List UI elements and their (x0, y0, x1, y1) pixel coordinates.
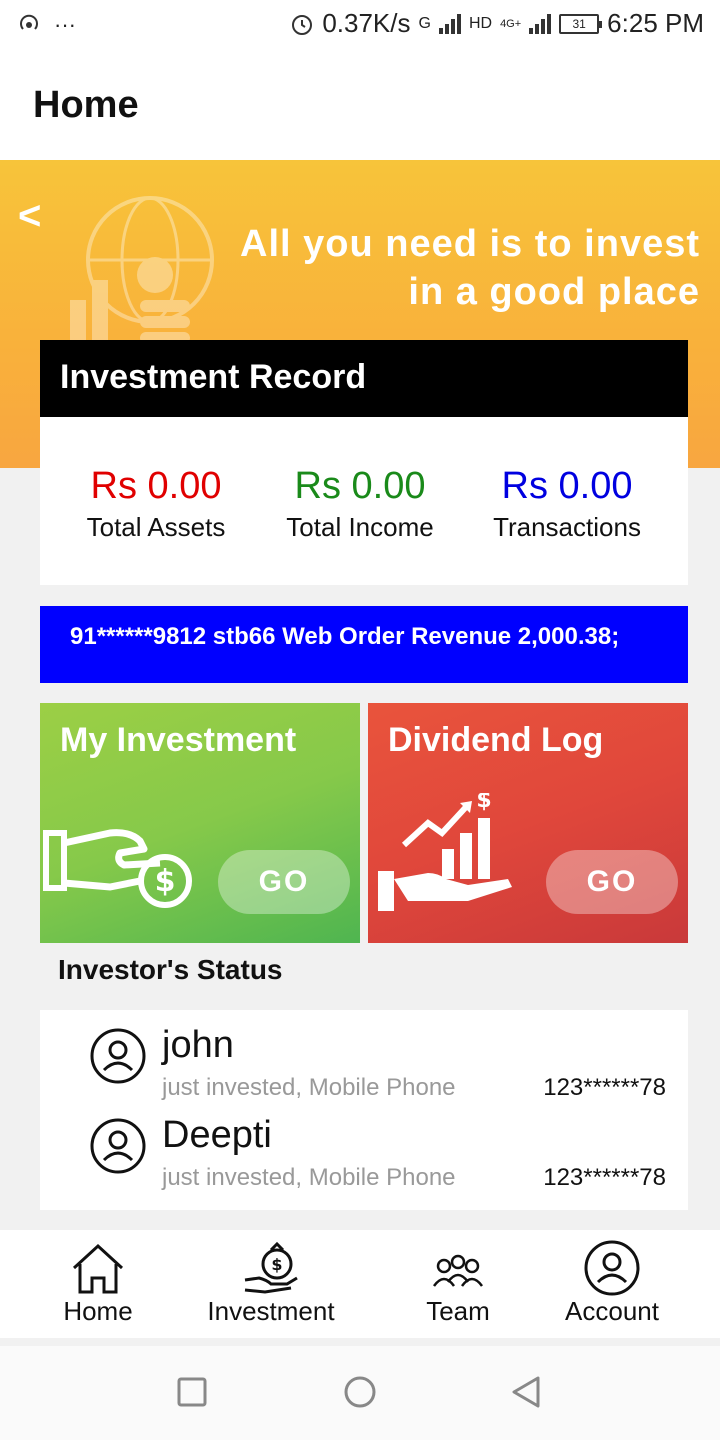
user-avatar-icon (90, 1028, 146, 1084)
stat-label: Total Income (286, 512, 434, 542)
dividend-log-title: Dividend Log (388, 721, 604, 759)
investor-phone: 123******78 (543, 1074, 666, 1101)
my-investment-go-button[interactable]: GO (218, 850, 350, 914)
list-item: john just invested, Mobile Phone 123****… (40, 1014, 688, 1104)
system-nav-bar (0, 1346, 720, 1440)
team-icon (432, 1254, 484, 1287)
nav-item-account[interactable]: Account (556, 1240, 668, 1327)
status-bar: ··· 0.37K/s G HD 4G+ 31 6:25 PM (0, 0, 720, 52)
dividend-log-go-button[interactable]: GO (546, 850, 678, 914)
banner-tagline: All you need is to invest in a good plac… (180, 220, 700, 316)
status-left: ··· (18, 12, 76, 38)
svg-text:$: $ (476, 793, 491, 813)
hotspot-icon (20, 14, 38, 30)
nav-label: Investment (207, 1296, 335, 1326)
investor-status-heading: Investor's Status (58, 954, 283, 985)
stat-label: Transactions (493, 512, 641, 542)
investor-name: john (162, 1024, 234, 1066)
investment-record-title: Investment Record (60, 358, 367, 396)
more-icon: ··· (54, 12, 76, 37)
my-investment-title: My Investment (60, 721, 297, 759)
nav-item-team[interactable]: Team (418, 1240, 498, 1327)
back-icon[interactable] (508, 1374, 544, 1410)
nav-label: Account (565, 1296, 659, 1326)
network-hd-label: HD (468, 14, 493, 32)
nav-label: Team (426, 1296, 490, 1326)
stat-label: Total Assets (86, 512, 226, 542)
investment-record-card: Rs 0.00 Total Assets Rs 0.00 Total Incom… (40, 417, 688, 585)
stat-transactions: Rs 0.00 Transactions (482, 465, 652, 543)
app-bar: Home (0, 52, 720, 160)
user-avatar-icon (90, 1118, 146, 1174)
hand-coin-icon: $ (43, 829, 192, 908)
investor-name: Deepti (162, 1114, 272, 1156)
signal-icon (438, 13, 461, 34)
investment-record-header: Investment Record (40, 340, 688, 417)
investor-status-card: john just invested, Mobile Phone 123****… (40, 1010, 688, 1210)
investor-desc: just invested, Mobile Phone (162, 1164, 456, 1191)
user-circle-icon (584, 1240, 640, 1296)
alarm-icon (292, 14, 313, 35)
stat-amount: Rs 0.00 (90, 465, 222, 507)
nav-label: Home (63, 1296, 133, 1326)
bottom-nav: Home $ Investment Team Account (0, 1230, 720, 1338)
recent-apps-icon[interactable] (174, 1374, 210, 1410)
svg-text:$: $ (271, 1255, 282, 1274)
svg-text:$: $ (155, 864, 176, 899)
network-4g-label: 4G+ (500, 17, 522, 30)
clock: 6:25 PM (607, 8, 704, 38)
banner-line-1: All you need is to invest (240, 223, 700, 265)
revenue-ticker: 91******9812 stb66 Web Order Revenue 2,0… (40, 606, 688, 683)
status-right: 0.37K/s G HD 4G+ 31 6:25 PM (290, 8, 704, 39)
page-title: Home (33, 84, 139, 126)
battery-icon: 31 (559, 13, 603, 34)
stat-amount: Rs 0.00 (501, 465, 633, 507)
network-g-label: G (418, 14, 431, 32)
signal-icon-2 (529, 13, 552, 34)
dividend-log-tile[interactable]: Dividend Log $ GO (368, 703, 688, 943)
network-speed: 0.37K/s (322, 8, 411, 38)
home-icon (72, 1243, 124, 1294)
stat-total-assets: Rs 0.00 Total Assets (76, 465, 236, 543)
list-item: Deepti just invested, Mobile Phone 123**… (40, 1104, 688, 1194)
banner-line-2: in a good place (408, 271, 700, 313)
investor-phone: 123******78 (543, 1164, 666, 1191)
money-bag-hand-icon: $ (244, 1241, 298, 1294)
growth-hand-icon: $ (378, 793, 512, 911)
investor-desc: just invested, Mobile Phone (162, 1074, 456, 1101)
nav-item-home[interactable]: Home (58, 1240, 138, 1327)
nav-item-investment[interactable]: $ Investment (198, 1240, 344, 1327)
stat-total-income: Rs 0.00 Total Income (270, 465, 450, 543)
banner-back-button[interactable]: < (18, 194, 41, 239)
stat-amount: Rs 0.00 (294, 465, 426, 507)
home-button-icon[interactable] (342, 1374, 378, 1410)
my-investment-tile[interactable]: My Investment $ GO (40, 703, 360, 943)
